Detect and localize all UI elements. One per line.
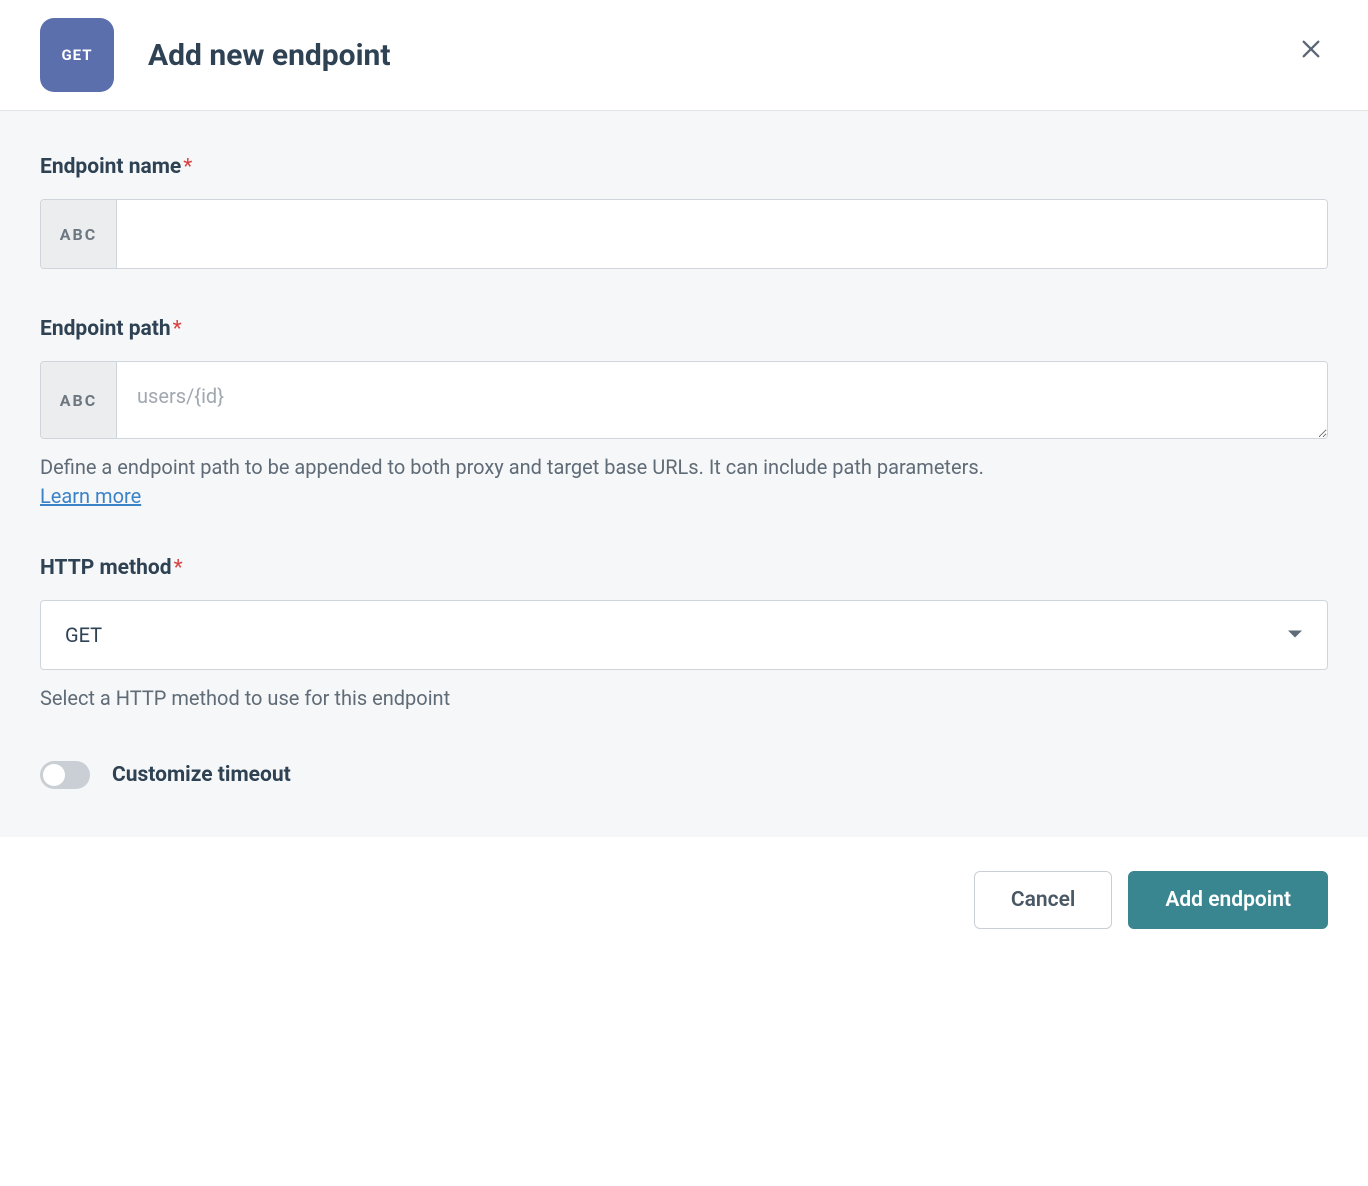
endpoint-name-group: Endpoint name* ABC [40, 155, 1328, 269]
customize-timeout-toggle[interactable] [40, 761, 90, 789]
dialog-body: Endpoint name* ABC Endpoint path* ABC De… [0, 111, 1368, 837]
http-method-group: HTTP method* GET Select a HTTP method to… [40, 556, 1328, 713]
endpoint-name-label: Endpoint name* [40, 155, 1328, 179]
dialog-title: Add new endpoint [148, 38, 391, 73]
dialog-footer: Cancel Add endpoint [0, 837, 1368, 963]
http-method-select[interactable]: GET [40, 600, 1328, 670]
endpoint-path-label: Endpoint path* [40, 317, 1328, 341]
method-badge: GET [40, 18, 114, 92]
http-method-label-text: HTTP method [40, 556, 172, 580]
toggle-knob [43, 764, 65, 786]
close-icon [1300, 48, 1322, 63]
endpoint-name-label-text: Endpoint name [40, 155, 181, 179]
http-method-selected-value: GET [41, 601, 1327, 669]
dialog-header: GET Add new endpoint [0, 0, 1368, 111]
http-method-label: HTTP method* [40, 556, 1328, 580]
cancel-button[interactable]: Cancel [974, 871, 1112, 929]
required-asterisk: * [183, 155, 192, 179]
endpoint-path-label-text: Endpoint path [40, 317, 171, 341]
learn-more-link[interactable]: Learn more [40, 484, 141, 508]
abc-prefix-icon: ABC [41, 362, 117, 438]
required-asterisk: * [174, 556, 183, 580]
endpoint-path-group: Endpoint path* ABC Define a endpoint pat… [40, 317, 1328, 508]
close-button[interactable] [1294, 32, 1328, 69]
required-asterisk: * [173, 317, 182, 341]
endpoint-name-input[interactable] [117, 200, 1327, 268]
endpoint-path-input[interactable] [117, 362, 1327, 438]
endpoint-name-input-group: ABC [40, 199, 1328, 269]
endpoint-path-help: Define a endpoint path to be appended to… [40, 453, 1328, 482]
http-method-help: Select a HTTP method to use for this end… [40, 684, 1328, 713]
abc-prefix-icon: ABC [41, 200, 117, 268]
customize-timeout-label: Customize timeout [112, 763, 291, 787]
endpoint-path-input-group: ABC [40, 361, 1328, 439]
customize-timeout-row: Customize timeout [40, 761, 1328, 789]
add-endpoint-button[interactable]: Add endpoint [1128, 871, 1328, 929]
